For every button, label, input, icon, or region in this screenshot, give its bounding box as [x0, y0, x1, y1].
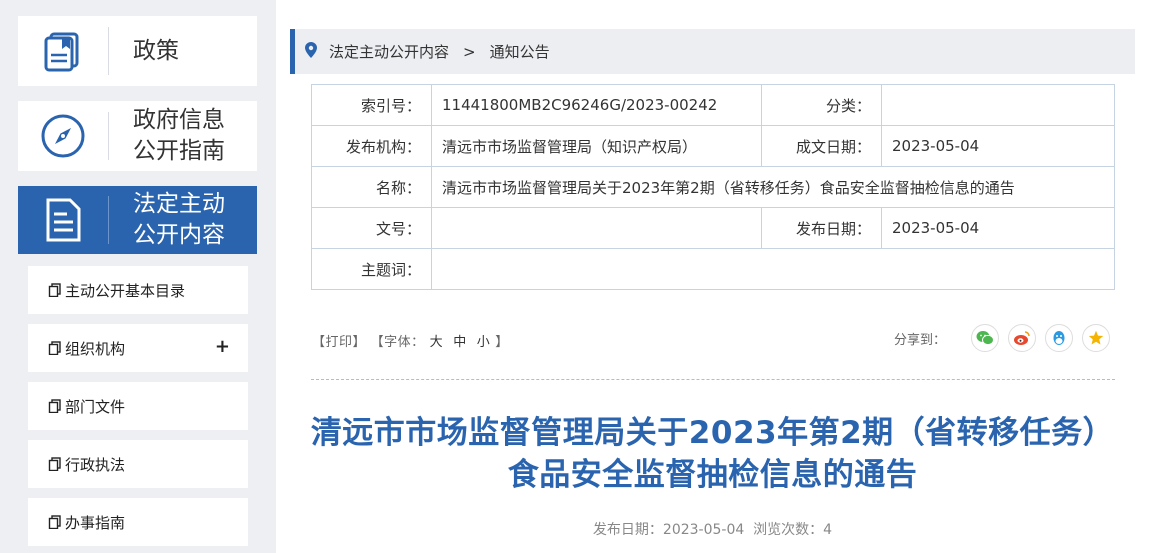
nav-disclosure-guide[interactable]: 政府信息 公开指南 [18, 101, 257, 171]
breadcrumb-statutory-content[interactable]: 法定主动公开内容 [329, 41, 449, 62]
nav-policy[interactable]: 政策 [18, 16, 257, 86]
nav-label: 政策 [133, 37, 179, 64]
table-row: 发布机构： 清远市市场监督管理局（知识产权局） 成文日期： 2023-05-04 [311, 125, 1115, 167]
qq-icon[interactable] [1045, 324, 1073, 352]
copy-icon [48, 457, 61, 471]
doc-number-label: 文号： [311, 207, 432, 249]
sidebar-item-label: 组织机构 [65, 339, 126, 358]
font-large-button[interactable]: 大 [430, 335, 444, 350]
expand-icon[interactable]: + [215, 336, 230, 357]
share-label: 分享到： [893, 332, 946, 348]
nav-label: 政府信息 公开指南 [133, 107, 225, 164]
nav-label: 法定主动 公开内容 [133, 191, 225, 248]
name-label: 名称： [311, 166, 432, 208]
issuer-value: 清远市市场监督管理局（知识产权局） [431, 125, 762, 167]
created-date-label: 成文日期： [761, 125, 882, 167]
print-button[interactable]: 【打印】 [312, 335, 366, 350]
breadcrumb-notices[interactable]: 通知公告 [490, 41, 550, 62]
table-row: 文号： 发布日期： 2023-05-04 [311, 207, 1115, 249]
copy-icon [48, 341, 61, 355]
document-icon [18, 186, 108, 254]
article-title: 清远市市场监督管理局关于2023年第2期（省转移任务） 食品安全监督抽检信息的通… [290, 412, 1135, 496]
qzone-icon[interactable] [1082, 324, 1110, 352]
created-date-value: 2023-05-04 [881, 125, 1115, 167]
page-tools: 【打印】 【字体： 大中小】 [312, 331, 509, 350]
published-date-value: 2023-05-04 [881, 207, 1115, 249]
sidebar-item-label: 部门文件 [65, 397, 126, 416]
category-value [881, 84, 1115, 126]
table-row: 主题词： [311, 248, 1115, 290]
sidebar-item-basic-catalog[interactable]: 主动公开基本目录 [28, 266, 248, 314]
breadcrumb: 法定主动公开内容 > 通知公告 [290, 29, 1135, 74]
issuer-label: 发布机构： [311, 125, 432, 167]
location-pin-icon [305, 41, 317, 62]
published-date-label: 发布日期： [761, 207, 882, 249]
article-title-line: 清远市市场监督管理局关于2023年第2期（省转移任务） [310, 415, 1115, 451]
font-small-button[interactable]: 小 [477, 335, 491, 350]
share-bar: 分享到： [894, 324, 1110, 352]
document-meta-table: 索引号： 11441800MB2C96246G/2023-00242 分类： 发… [311, 84, 1115, 290]
divider [311, 379, 1115, 380]
sidebar-item-label: 主动公开基本目录 [65, 281, 186, 300]
index-value: 11441800MB2C96246G/2023-00242 [431, 84, 762, 126]
copy-icon [48, 399, 61, 413]
sidebar-item-label: 办事指南 [65, 513, 126, 532]
weibo-icon[interactable] [1008, 324, 1036, 352]
sidebar-item-law-enforcement[interactable]: 行政执法 [28, 440, 248, 488]
sidebar-item-department-docs[interactable]: 部门文件 [28, 382, 248, 430]
subject-value [431, 248, 1115, 290]
table-row: 名称： 清远市市场监督管理局关于2023年第2期（省转移任务）食品安全监督抽检信… [311, 166, 1115, 208]
font-size-prefix: 【字体： [370, 335, 425, 350]
font-size-suffix: 】 [495, 335, 509, 350]
sidebar-item-service-guide[interactable]: 办事指南 [28, 498, 248, 546]
sidebar: 政策 政府信息 公开指南 法定主动 公开内容 主动公开基本目录 组织机构 + 部… [0, 0, 276, 553]
table-row: 索引号： 11441800MB2C96246G/2023-00242 分类： [311, 84, 1115, 126]
breadcrumb-separator: > [463, 42, 476, 61]
name-value: 清远市市场监督管理局关于2023年第2期（省转移任务）食品安全监督抽检信息的通告 [431, 166, 1115, 208]
sidebar-item-label: 行政执法 [65, 455, 126, 474]
copy-icon [48, 515, 61, 529]
book-icon [18, 16, 108, 86]
nav-statutory-content[interactable]: 法定主动 公开内容 [18, 186, 257, 254]
wechat-icon[interactable] [971, 324, 999, 352]
compass-icon [18, 101, 108, 171]
sidebar-item-organization[interactable]: 组织机构 + [28, 324, 248, 372]
index-label: 索引号： [311, 84, 432, 126]
subject-label: 主题词： [311, 248, 432, 290]
category-label: 分类： [761, 84, 882, 126]
publish-info: 发布日期：2023-05-04 浏览次数：4 [592, 522, 833, 538]
doc-number-value [431, 207, 762, 249]
copy-icon [48, 283, 61, 297]
article-title-line: 食品安全监督抽检信息的通告 [507, 457, 918, 493]
font-medium-button[interactable]: 中 [453, 335, 467, 350]
